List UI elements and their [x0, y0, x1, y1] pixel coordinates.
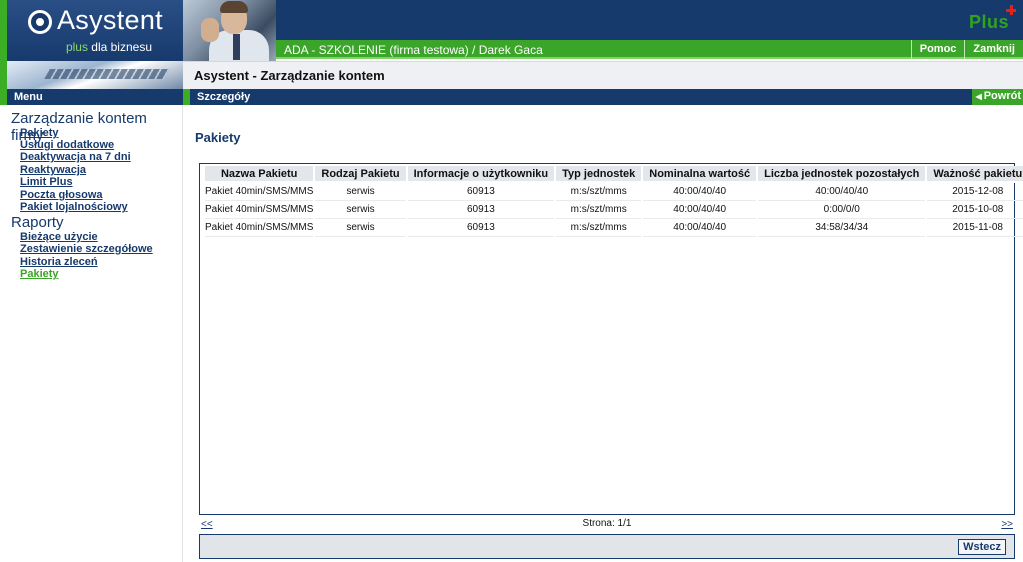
column-header-validity: Ważność pakietu: [927, 166, 1023, 183]
table-header-row: Nazwa Pakietu Rodzaj Pakietu Informacje …: [205, 166, 1023, 183]
sidebar-item-poczta-glosowa[interactable]: Poczta głosowa: [20, 189, 103, 201]
table-row[interactable]: Pakiet 40min/SMS/MMS serwis 60913 m:s/sz…: [205, 201, 1023, 219]
back-link-label: Powrót: [983, 90, 1021, 102]
sidebar-item-zestawienie-szczegolowe[interactable]: Zestawienie szczegółowe: [20, 243, 153, 255]
details-label: Szczegóły: [197, 91, 251, 103]
divider: [183, 89, 190, 105]
brand-cross-icon: [1006, 5, 1016, 15]
sidebar-item-biezace-uzycie[interactable]: Bieżące użycie: [20, 231, 98, 243]
table-cell: serwis: [315, 219, 406, 237]
table-cell: Pakiet 40min/SMS/MMS: [205, 201, 314, 219]
pager-info: Strona: 1/1: [582, 518, 632, 529]
top-bar: Plus: [276, 0, 1023, 40]
logo-circle-icon: [28, 10, 52, 34]
photo-shape: [233, 34, 240, 60]
menu-header: Menu: [0, 89, 183, 105]
keyboard-image: [0, 61, 183, 89]
packages-grid: Nazwa Pakietu Rodzaj Pakietu Informacje …: [199, 163, 1023, 515]
sidebar: Zarządzanie kontem firmy Pakiety Usługi …: [0, 105, 183, 562]
menu-label: Menu: [14, 91, 43, 103]
pager: << Strona: 1/1 >>: [199, 516, 1015, 532]
help-link[interactable]: Pomoc: [910, 40, 965, 59]
photo-shape: [220, 1, 248, 13]
table-cell: serwis: [315, 201, 406, 219]
sidebar-item-limit-plus[interactable]: Limit Plus: [20, 176, 73, 188]
footer-bar: Wstecz: [199, 534, 1015, 559]
sidebar-item-pakiet-lojalnosciowy[interactable]: Pakiet lojalnościowy: [20, 201, 128, 213]
title-bar: Asystent - Zarządzanie kontem: [183, 61, 1023, 89]
logo-subtitle: plus dla biznesu: [66, 40, 152, 54]
close-link[interactable]: Zamknij: [964, 40, 1023, 59]
table-cell: Pakiet 40min/SMS/MMS: [205, 219, 314, 237]
sidebar-item-deaktywacja[interactable]: Deaktywacja na 7 dni: [20, 151, 131, 163]
table-cell: 0:00/0/0: [758, 201, 926, 219]
details-header: Szczegóły ◀ Powrót: [190, 89, 1023, 105]
column-header-user-info: Informacje o użytkowniku: [407, 166, 555, 183]
logo-subtitle-plus: plus: [65, 40, 88, 54]
table-cell: 40:00/40/40: [758, 183, 926, 201]
table-cell: 2015-12-08: [927, 183, 1023, 201]
packages-table: Nazwa Pakietu Rodzaj Pakietu Informacje …: [203, 166, 1023, 237]
header-photo: [183, 0, 276, 61]
table-cell: 40:00/40/40: [643, 183, 757, 201]
table-cell: m:s/szt/mms: [556, 183, 642, 201]
table-cell: 40:00/40/40: [643, 201, 757, 219]
page: Asystent plus dla biznesu Plus ADA - SZK…: [0, 0, 1023, 562]
table-cell: 34:58/34/34: [758, 219, 926, 237]
user-info: ADA - SZKOLENIE (firma testowa) / Darek …: [284, 43, 543, 57]
table-cell: 40:00/40/40: [643, 219, 757, 237]
table-cell: m:s/szt/mms: [556, 219, 642, 237]
top-nav: Pomoc Zamknij: [910, 40, 1023, 59]
column-header-unit-type: Typ jednostek: [556, 166, 642, 183]
sidebar-item-uslugi-dodatkowe[interactable]: Usługi dodatkowe: [20, 139, 114, 151]
sidebar-item-pakiety-report[interactable]: Pakiety: [20, 268, 59, 280]
table-cell: 2015-11-08: [927, 219, 1023, 237]
back-link[interactable]: ◀ Powrót: [971, 89, 1023, 105]
table-cell: 60913: [407, 183, 555, 201]
logo[interactable]: Asystent plus dla biznesu: [0, 0, 183, 61]
column-header-remaining-units: Liczba jednostek pozostałych: [758, 166, 926, 183]
pager-next-link[interactable]: >>: [1001, 519, 1013, 530]
table-cell: 60913: [407, 201, 555, 219]
sidebar-item-historia-zlecen[interactable]: Historia zleceń: [20, 256, 98, 268]
table-cell: 2015-10-08: [927, 201, 1023, 219]
column-header-nominal-value: Nominalna wartość: [643, 166, 757, 183]
table-cell: serwis: [315, 183, 406, 201]
logo-subtitle-rest: dla biznesu: [87, 40, 152, 54]
content-title: Pakiety: [195, 130, 241, 145]
back-arrow-icon: ◀: [975, 92, 982, 101]
sidebar-item-reaktywacja[interactable]: Reaktywacja: [20, 164, 86, 176]
table-row[interactable]: Pakiet 40min/SMS/MMS serwis 60913 m:s/sz…: [205, 219, 1023, 237]
photo-shape: [201, 18, 219, 42]
column-header-name: Nazwa Pakietu: [205, 166, 314, 183]
back-button[interactable]: Wstecz: [958, 539, 1006, 555]
table-row[interactable]: Pakiet 40min/SMS/MMS serwis 60913 m:s/sz…: [205, 183, 1023, 201]
brand-logo: Plus: [968, 12, 1009, 32]
table-cell: Pakiet 40min/SMS/MMS: [205, 183, 314, 201]
sidebar-section-reports: Raporty: [11, 214, 64, 231]
table-cell: 60913: [407, 219, 555, 237]
logo-text: Asystent: [57, 5, 163, 35]
page-title: Asystent - Zarządzanie kontem: [194, 68, 385, 83]
table-cell: m:s/szt/mms: [556, 201, 642, 219]
column-header-type: Rodzaj Pakietu: [315, 166, 406, 183]
user-bar: ADA - SZKOLENIE (firma testowa) / Darek …: [276, 40, 1023, 59]
sidebar-item-pakiety[interactable]: Pakiety: [20, 127, 59, 139]
